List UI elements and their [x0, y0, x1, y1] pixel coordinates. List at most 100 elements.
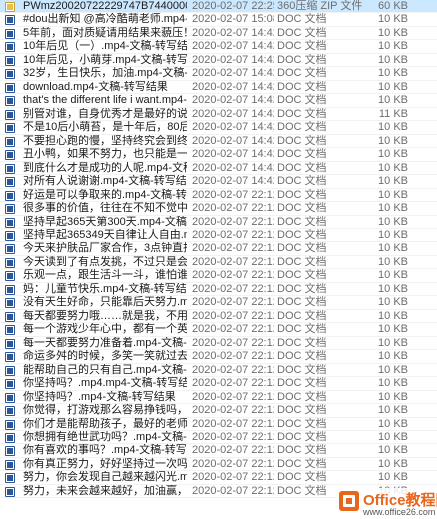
file-row[interactable]: 你有真正努力，好好坚持过一次吗.mp4-... 2020-02-07 22:12D… [0, 458, 437, 472]
file-date: 2020-02-07 14:42 [192, 161, 274, 174]
file-row[interactable]: 每一个游戏少年心中，都有一个英雄梦，... 2020-02-07 22:12DOC… [0, 323, 437, 337]
file-date: 2020-02-07 22:12 [192, 228, 274, 241]
file-size: 10 KB [378, 80, 408, 93]
file-row[interactable]: 你们才是能帮助孩子，最好的老师.mp4-... 2020-02-07 22:12D… [0, 418, 437, 431]
file-name: 你觉得，打游戏那么容易挣钱吗，普通和... [23, 404, 187, 417]
file-name: 每天都要努力哦……就是我，不用谢了.m... [23, 309, 187, 322]
file-date: 2020-02-07 14:42 [192, 26, 274, 39]
file-type: DOC 文档 [277, 431, 327, 443]
file-row[interactable]: 10年后见（一）.mp4-文稿-转写结果 2020-02-07 14:42 DOC … [0, 40, 437, 54]
doc-file-icon [5, 109, 15, 120]
file-row[interactable]: 别管对谁，自身优秀才是最好的说服力... 2020-02-07 14:42DOC … [0, 107, 437, 122]
file-row[interactable]: 很多事的价值，往往在不知不觉中.mp4-... 2020-02-07 22:12D… [0, 202, 437, 216]
file-row[interactable]: 你坚持吗？.mp4-文稿-转写结果 2020-02-07 22:12 DOC 文档 1… [0, 390, 437, 405]
file-row[interactable]: 能帮助自己的只有自己.mp4-文稿-转写... 2020-02-07 22:12D… [0, 363, 437, 378]
file-size: 10 KB [378, 309, 408, 322]
file-row[interactable]: 命运多舛的时候，多笑一笑就过去了.mp... 2020-02-07 22:12DO… [0, 350, 437, 364]
file-date: 2020-02-07 22:12 [192, 363, 274, 376]
file-type: DOC 文档 [277, 471, 327, 484]
file-type: DOC 文档 [277, 26, 327, 39]
file-row[interactable]: 今天读到了有点发挑，不过只是会早起... 2020-02-07 22:12DOC … [0, 255, 437, 270]
file-size: 10 KB [378, 431, 408, 443]
file-date: 2020-02-07 14:42 [192, 40, 274, 53]
file-row[interactable]: 努力，你会发现自己越来越闪光.mp4-文... 2020-02-07 22:12D… [0, 471, 437, 485]
file-size: 10 KB [378, 94, 408, 107]
doc-file-icon [5, 433, 15, 443]
file-name: 到底什么才是成功的人呢.mp4-文稿-转... [23, 161, 187, 174]
file-date: 2020-02-07 14:42 [192, 134, 274, 147]
file-size: 10 KB [378, 417, 408, 430]
file-row[interactable]: download.mp4-文稿-转写结果 2020-02-07 14:42 DOC … [0, 80, 437, 95]
file-date: 2020-02-07 14:42 [192, 121, 274, 134]
doc-file-icon [5, 136, 15, 147]
file-name: 很多事的价值，往往在不知不觉中.mp4-... [23, 202, 187, 215]
file-list: PWmz20020722229747B74400000-制... 2020-02-… [0, 0, 437, 499]
file-type: DOC 文档 [277, 53, 327, 66]
file-row[interactable]: 好运是可以争取来的.mp4-文稿-转写结果 2020-02-07 22:12DOC… [0, 188, 437, 203]
file-row[interactable]: 乐观一点，跟生活斗一斗，谁怕谁啊是不... 2020-02-07 22:12DOC… [0, 269, 437, 283]
file-row[interactable]: 32岁，生日快乐，加油.mp4-文稿-转写结果 2020-02-07 14:42D… [0, 67, 437, 81]
file-type: DOC 文档 [277, 175, 327, 188]
file-size: 10 KB [378, 175, 408, 188]
file-row[interactable]: 对所有人说谢谢.mp4-文稿-转写结果 2020-02-07 14:42 DOC 文… [0, 175, 437, 189]
file-row[interactable]: 每一天都要努力准备着.mp4-文稿-转写... 2020-02-07 22:12D… [0, 336, 437, 351]
file-row[interactable]: PWmz20020722229747B74400000-制... 2020-02-… [0, 0, 437, 14]
doc-file-icon [5, 365, 15, 376]
file-size: 10 KB [378, 134, 408, 147]
file-date: 2020-02-07 22:12 [192, 417, 274, 430]
file-row[interactable]: 坚持早起365天第300天.mp4-文稿-转写... 2020-02-07 22:… [0, 216, 437, 229]
file-date: 2020-02-07 22:12 [192, 215, 274, 228]
file-name: 努力，你会发现自己越来越闪光.mp4-文... [23, 471, 187, 484]
file-row[interactable]: 今天来护肤品厂家合作，3点钟直播.mp4... 2020-02-07 22:12D… [0, 242, 437, 256]
file-row[interactable]: that's the different life i want.mp4-文..… [0, 94, 437, 108]
file-type: DOC 文档 [277, 67, 327, 80]
file-type: DOC 文档 [277, 107, 327, 120]
file-size: 10 KB [378, 255, 408, 268]
file-name: 坚持早起365天第300天.mp4-文稿-转写... [23, 215, 187, 228]
doc-file-icon [5, 123, 15, 134]
file-name: PWmz20020722229747B74400000-制... [23, 0, 187, 12]
file-date: 2020-02-07 22:12 [192, 269, 274, 282]
file-type: DOC 文档 [277, 336, 327, 349]
file-row[interactable]: #dou出新知 @高冷酷萌老师.mp4-文稿... 2020-02-07 15:0… [0, 13, 437, 27]
doc-file-icon [5, 177, 15, 188]
doc-file-icon [5, 446, 15, 457]
file-date: 2020-02-07 22:12 [192, 309, 274, 322]
file-name: #dou出新知 @高冷酷萌老师.mp4-文稿... [23, 13, 187, 26]
file-type: DOC 文档 [277, 188, 327, 201]
file-row[interactable]: 你想拥有绝世武功吗？.mp4-文稿-转写... 2020-02-07 22:12D… [0, 431, 437, 445]
doc-file-icon [5, 459, 15, 470]
file-row[interactable]: 坚持早起365349天自律让人自由.mp4-文... 2020-02-07 22:… [0, 228, 437, 243]
file-name: 乐观一点，跟生活斗一斗，谁怕谁啊是不... [23, 269, 187, 282]
doc-file-icon [5, 230, 15, 241]
doc-file-icon [5, 257, 15, 268]
file-size: 10 KB [378, 161, 408, 174]
file-row[interactable]: 你觉得，打游戏那么容易挣钱吗，普通和... 2020-02-07 22:12DOC… [0, 404, 437, 418]
file-row[interactable]: 每天都要努力哦……就是我，不用谢了.m... 2020-02-07 22:12DO… [0, 309, 437, 324]
file-type: DOC 文档 [277, 148, 327, 161]
file-size: 10 KB [378, 350, 408, 363]
file-size: 10 KB [378, 296, 408, 309]
file-row[interactable]: 5年前，面对质疑请用结果来藐压！自律... 2020-02-07 14:42DOC… [0, 26, 437, 41]
file-row[interactable]: 妈：儿童节快乐.mp4-文稿-转写结果 2020-02-07 22:12 DOC 文… [0, 282, 437, 297]
file-date: 2020-02-07 22:12 [192, 202, 274, 215]
file-row[interactable]: 不要担心跑的慢，坚持终究会到终点.mp... 2020-02-07 14:42DO… [0, 134, 437, 149]
file-row[interactable]: 丑小鸭，如果不努力，也只能是一个长的... 2020-02-07 14:42DOC… [0, 148, 437, 162]
file-row[interactable]: 你有喜欢的事吗？.mp4-文稿-转写结果 2020-02-07 22:12DOC … [0, 444, 437, 458]
file-type: DOC 文档 [277, 242, 327, 255]
file-name: 你有喜欢的事吗？.mp4-文稿-转写结果 [23, 444, 187, 457]
doc-file-icon [5, 244, 15, 255]
file-row[interactable]: 到底什么才是成功的人呢.mp4-文稿-转... 2020-02-07 14:42D… [0, 161, 437, 176]
file-size: 10 KB [378, 390, 408, 403]
doc-file-icon [5, 69, 15, 80]
zip-file-icon [5, 2, 15, 12]
doc-file-icon [5, 311, 15, 322]
file-row[interactable]: 没有天生好命，只能靠后天努力.mp4-文... 2020-02-07 22:12D… [0, 296, 437, 310]
file-row[interactable]: 10年后见，小萌芽.mp4-文稿-转写结果 2020-02-07 14:42DOC… [0, 53, 437, 68]
doc-file-icon [5, 42, 15, 53]
watermark: Office教程网 www.office26.com [337, 488, 437, 519]
file-name: 妈：儿童节快乐.mp4-文稿-转写结果 [23, 282, 187, 295]
file-name: 丑小鸭，如果不努力，也只能是一个长的... [23, 148, 187, 161]
file-row[interactable]: 不是10后小萌苔，是十年后，80后今年3... 2020-02-07 14:42D… [0, 121, 437, 135]
file-row[interactable]: 你坚持吗？.mp4.mp4-文稿-转写结果 2020-02-07 22:12 DOC… [0, 377, 437, 391]
